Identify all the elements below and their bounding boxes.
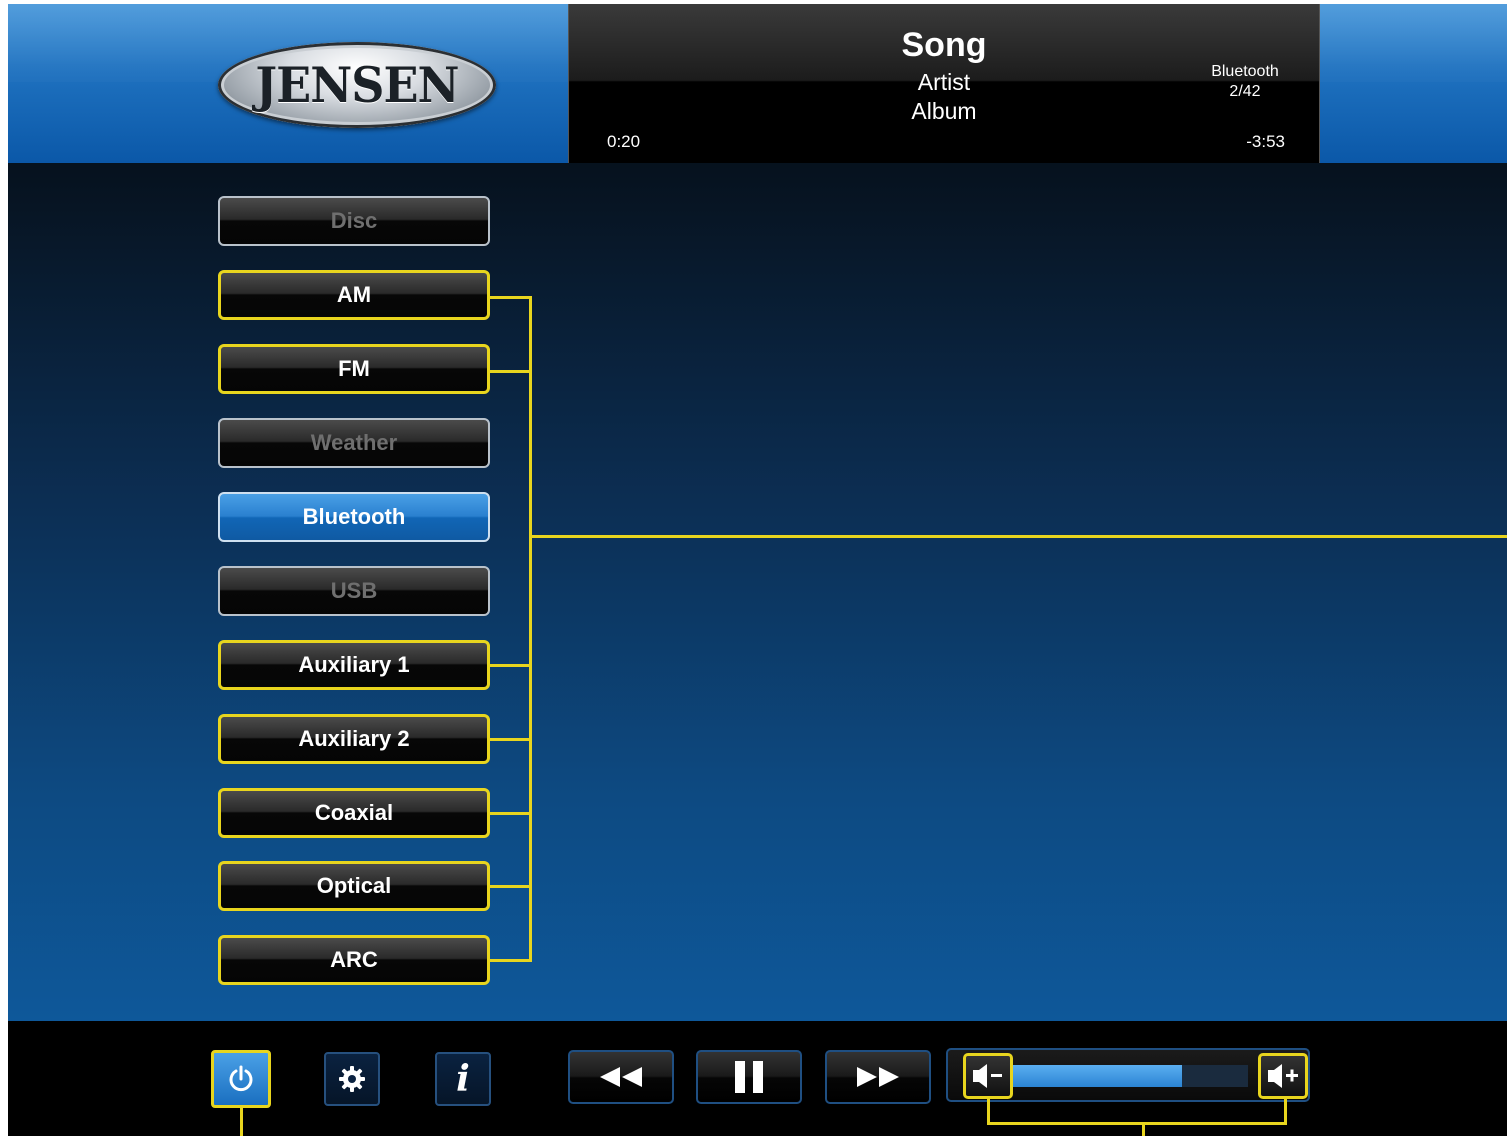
logo-text: JENSEN bbox=[255, 56, 459, 114]
source-label: Coaxial bbox=[314, 800, 394, 825]
source-button-optical[interactable]: Optical bbox=[218, 861, 490, 911]
callout-tick-aux2 bbox=[490, 738, 532, 741]
callout-tick-aux1 bbox=[490, 664, 532, 667]
pause-icon bbox=[735, 1061, 763, 1093]
source-name: Bluetooth bbox=[1211, 63, 1279, 80]
source-label: Bluetooth bbox=[302, 504, 406, 529]
callout-power-line bbox=[240, 1108, 243, 1136]
elapsed-time: 0:20 bbox=[607, 132, 641, 151]
source-button-bluetooth[interactable]: Bluetooth bbox=[218, 492, 490, 542]
source-button-auxiliary-2[interactable]: Auxiliary 2 bbox=[218, 714, 490, 764]
rewind-icon bbox=[600, 1067, 642, 1087]
source-label: Auxiliary 2 bbox=[298, 726, 410, 751]
power-icon bbox=[229, 1065, 253, 1092]
callout-tick-coaxial bbox=[490, 812, 532, 815]
track-count: 2/42 bbox=[1229, 83, 1261, 100]
source-button-arc[interactable]: ARC bbox=[218, 935, 490, 985]
source-button-disc[interactable]: Disc bbox=[218, 196, 490, 246]
source-label: USB bbox=[330, 578, 378, 603]
remaining-time: -3:53 bbox=[1246, 132, 1285, 151]
volume-up-button[interactable] bbox=[1258, 1053, 1308, 1099]
source-label: Disc bbox=[330, 208, 378, 233]
gear-icon bbox=[339, 1066, 365, 1092]
app-window: JENSEN Song Artist Album Bluetooth 2/42 … bbox=[8, 4, 1507, 1136]
volume-down-button[interactable] bbox=[963, 1053, 1013, 1099]
jensen-logo: JENSEN bbox=[218, 42, 496, 128]
album-name: Album bbox=[911, 98, 977, 124]
volume-level-fill bbox=[1012, 1065, 1182, 1087]
header-bar: JENSEN Song Artist Album Bluetooth 2/42 … bbox=[8, 4, 1507, 163]
callout-vertical-line bbox=[529, 296, 532, 962]
source-label: ARC bbox=[330, 947, 378, 972]
source-info: Bluetooth 2/42 bbox=[1185, 62, 1305, 102]
source-button-weather[interactable]: Weather bbox=[218, 418, 490, 468]
callout-tick-optical bbox=[490, 885, 532, 888]
info-icon: i bbox=[456, 1058, 470, 1100]
callout-tick-fm bbox=[490, 370, 532, 373]
source-label: FM bbox=[338, 356, 370, 381]
source-label: Weather bbox=[310, 430, 398, 455]
now-playing-panel: Song Artist Album Bluetooth 2/42 0:20 -3… bbox=[568, 4, 1320, 163]
power-button[interactable] bbox=[211, 1050, 271, 1108]
song-title: Song bbox=[901, 26, 987, 64]
pause-button[interactable] bbox=[696, 1050, 802, 1104]
volume-down-icon bbox=[973, 1064, 1002, 1088]
volume-up-icon bbox=[1268, 1064, 1298, 1088]
info-button[interactable]: i bbox=[435, 1052, 491, 1106]
callout-tick-am bbox=[490, 296, 532, 299]
source-button-usb[interactable]: USB bbox=[218, 566, 490, 616]
source-label: AM bbox=[336, 282, 372, 307]
callout-volume-stem bbox=[1142, 1122, 1145, 1136]
source-button-auxiliary-1[interactable]: Auxiliary 1 bbox=[218, 640, 490, 690]
callout-main-line bbox=[529, 535, 1507, 538]
source-label: Optical bbox=[316, 873, 392, 898]
rewind-button[interactable] bbox=[568, 1050, 674, 1104]
volume-slider[interactable] bbox=[1012, 1065, 1248, 1087]
callout-volume-bracket bbox=[987, 1122, 1287, 1125]
source-button-fm[interactable]: FM bbox=[218, 344, 490, 394]
source-label: Auxiliary 1 bbox=[298, 652, 410, 677]
fast-forward-icon bbox=[857, 1067, 899, 1087]
source-button-coaxial[interactable]: Coaxial bbox=[218, 788, 490, 838]
source-button-am[interactable]: AM bbox=[218, 270, 490, 320]
callout-tick-arc bbox=[490, 959, 532, 962]
fast-forward-button[interactable] bbox=[825, 1050, 931, 1104]
settings-button[interactable] bbox=[324, 1052, 380, 1106]
